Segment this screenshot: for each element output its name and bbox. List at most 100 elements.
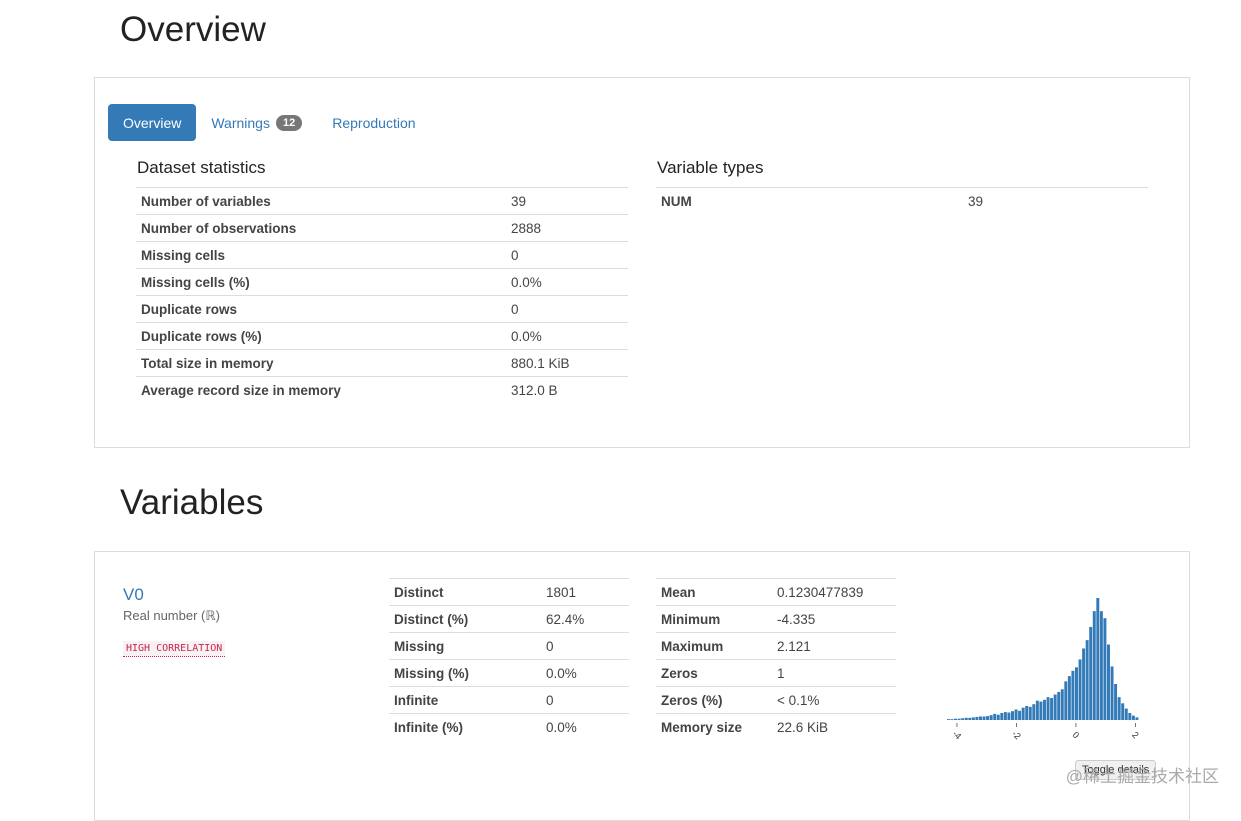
- high-correlation-badge: HIGH CORRELATION: [123, 641, 226, 657]
- variable-stats-left-table: Distinct 1801 Distinct (%) 62.4% Missing 0 Mis…: [389, 578, 629, 740]
- overview-panel: Overview Warnings 12 Reproduction Dataset…: [94, 77, 1190, 448]
- warnings-count-badge: 12: [275, 114, 303, 131]
- variable-stat-row-label: Memory size: [656, 713, 772, 740]
- histogram-bar: [1128, 712, 1132, 720]
- variable-stat-row-value: < 0.1%: [772, 686, 896, 714]
- histogram-bar: [961, 718, 965, 720]
- histogram-bar: [1007, 712, 1011, 720]
- variable-stat-row-label: Maximum: [656, 632, 772, 660]
- variable-stat-row-value: 0.1230477839: [772, 578, 896, 606]
- histogram-bar: [1103, 618, 1107, 720]
- variable-stat-row: Missing (%) 0.0%: [389, 659, 629, 687]
- dataset-statistics-title: Dataset statistics: [137, 158, 266, 177]
- variable-stat-row-label: Zeros: [656, 659, 772, 687]
- dataset-stat-row-label: Missing cells: [136, 241, 506, 269]
- variable-stat-row-label: Zeros (%): [656, 686, 772, 714]
- histogram-bar: [968, 717, 972, 720]
- dataset-stat-row-label: Total size in memory: [136, 349, 506, 377]
- variable-stat-row-label: Missing (%): [389, 659, 541, 687]
- variable-stats-right-table: Mean 0.1230477839 Minimum -4.335 Maximum 2.12…: [656, 578, 896, 740]
- variable-type: Real number (ℝ): [123, 608, 220, 623]
- histogram-bar: [1018, 710, 1022, 720]
- variable-histogram: -4 -2 0 2: [947, 598, 1141, 742]
- histogram-bar: [957, 718, 961, 720]
- histogram-bar: [1114, 684, 1118, 720]
- variable-stat-row: Zeros (%) < 0.1%: [656, 686, 896, 714]
- variable-stat-row-label: Infinite (%): [389, 713, 541, 740]
- variable-panel-v0: V0 Real number (ℝ) HIGH CORRELATION Dist…: [94, 551, 1190, 821]
- dataset-stat-row-label: Duplicate rows: [136, 295, 506, 323]
- variable-stat-row: Infinite 0: [389, 686, 629, 714]
- histogram-bar: [1124, 708, 1128, 720]
- tab-overview-label: Overview: [123, 114, 182, 131]
- variable-stat-row: Infinite (%) 0.0%: [389, 713, 629, 740]
- histogram-bar: [1035, 700, 1039, 720]
- histogram-bar: [1082, 648, 1086, 720]
- histogram-bar: [1071, 670, 1075, 720]
- variable-stat-row-value: 1: [772, 659, 896, 687]
- histogram-tick-label: -4: [951, 729, 964, 742]
- variable-type-row-value: 39: [963, 187, 1148, 214]
- dataset-stat-row-value: 0: [506, 241, 628, 269]
- histogram-bar: [1117, 697, 1121, 720]
- overview-tabs: Overview Warnings 12 Reproduction: [108, 104, 431, 141]
- histogram-bar: [1060, 689, 1064, 720]
- variable-stat-row-value: 0: [541, 632, 629, 660]
- dataset-stat-row-value: 0: [506, 295, 628, 323]
- histogram-bar: [1131, 715, 1135, 720]
- variables-heading: Variables: [120, 483, 264, 522]
- dataset-stat-row-label: Duplicate rows (%): [136, 322, 506, 350]
- histogram-bar: [1096, 598, 1100, 720]
- histogram-bar: [1003, 712, 1007, 720]
- histogram-bar: [993, 713, 997, 720]
- histogram-bar: [1000, 712, 1004, 720]
- histogram-bar: [1110, 666, 1114, 720]
- variable-stat-row-value: 2.121: [772, 632, 896, 660]
- dataset-stat-row-value: 2888: [506, 214, 628, 242]
- dataset-stat-row-value: 0.0%: [506, 322, 628, 350]
- histogram-tick-label: 2: [1130, 730, 1141, 741]
- variable-stat-row: Missing 0: [389, 632, 629, 660]
- variable-stat-row: Distinct (%) 62.4%: [389, 605, 629, 633]
- histogram-bar: [1099, 611, 1103, 720]
- dataset-stat-row: Total size in memory 880.1 KiB: [136, 349, 628, 377]
- variable-stat-row: Memory size 22.6 KiB: [656, 713, 896, 740]
- variable-stat-row-value: 1801: [541, 578, 629, 606]
- variable-name-link[interactable]: V0: [123, 585, 144, 605]
- histogram-bar: [986, 716, 990, 720]
- variable-stat-row-value: 62.4%: [541, 605, 629, 633]
- dataset-stat-row-value: 39: [506, 187, 628, 215]
- histogram-bar: [975, 716, 979, 720]
- variable-stat-row-label: Distinct (%): [389, 605, 541, 633]
- tab-reproduction[interactable]: Reproduction: [317, 104, 430, 141]
- dataset-stat-row: Duplicate rows (%) 0.0%: [136, 322, 628, 350]
- variable-types-title: Variable types: [657, 158, 764, 177]
- histogram-bar: [1053, 694, 1057, 720]
- variable-stat-row-label: Mean: [656, 578, 772, 606]
- variable-stat-row-label: Distinct: [389, 578, 541, 606]
- histogram-bar: [1064, 681, 1068, 720]
- histogram-bar: [964, 717, 968, 720]
- variable-stat-row-value: 0.0%: [541, 713, 629, 740]
- variable-stat-row-value: 22.6 KiB: [772, 713, 896, 740]
- histogram-bar: [1032, 704, 1036, 720]
- variable-stat-row: Distinct 1801: [389, 578, 629, 606]
- dataset-stat-row: Duplicate rows 0: [136, 295, 628, 323]
- dataset-stat-row: Missing cells (%) 0.0%: [136, 268, 628, 296]
- histogram-bar: [1050, 698, 1054, 720]
- histogram-bar: [1046, 697, 1050, 720]
- variable-stat-row: Maximum 2.121: [656, 632, 896, 660]
- tab-warnings[interactable]: Warnings 12: [196, 104, 317, 141]
- variable-stat-row-label: Infinite: [389, 686, 541, 714]
- histogram-bar: [1107, 644, 1110, 720]
- variable-stat-row: Minimum -4.335: [656, 605, 896, 633]
- tab-overview[interactable]: Overview: [108, 104, 197, 141]
- tab-warnings-label: Warnings: [211, 114, 270, 131]
- dataset-stat-row-value: 880.1 KiB: [506, 349, 628, 377]
- variable-type-row: NUM 39: [656, 187, 1148, 214]
- dataset-stat-row-label: Average record size in memory: [136, 376, 506, 403]
- dataset-stat-row: Missing cells 0: [136, 241, 628, 269]
- variable-stat-row: Mean 0.1230477839: [656, 578, 896, 606]
- variable-stat-row: Zeros 1: [656, 659, 896, 687]
- dataset-stat-row: Number of observations 2888: [136, 214, 628, 242]
